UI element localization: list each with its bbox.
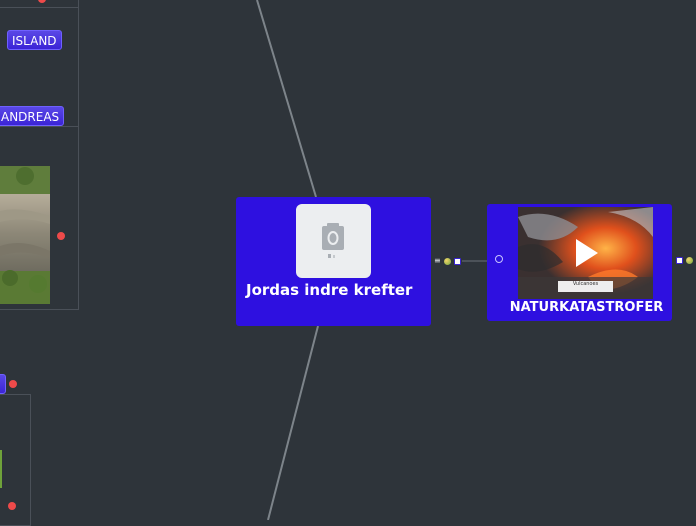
partial-node-button[interactable] bbox=[0, 374, 6, 394]
globe-icon-right[interactable] bbox=[686, 257, 693, 264]
central-topic-title: Jordas indre krefter bbox=[246, 281, 413, 299]
central-node-icons[interactable]: ≡ bbox=[434, 257, 461, 265]
notes-icon[interactable]: ≡ bbox=[434, 257, 441, 265]
andreas-node-label: ANDREAS bbox=[1, 110, 60, 124]
cliff-image[interactable] bbox=[0, 166, 50, 304]
red-marker-partial[interactable] bbox=[9, 380, 17, 388]
connector-line-bottom bbox=[267, 325, 319, 520]
clock-icon[interactable] bbox=[495, 255, 503, 263]
central-topic-node[interactable]: Jordas indre krefter bbox=[236, 197, 431, 326]
island-node-button[interactable]: ISLAND bbox=[7, 30, 62, 50]
naturkatastrofer-title: NATURKATASTROFER bbox=[509, 300, 664, 315]
flag-icon-right[interactable] bbox=[676, 257, 683, 264]
andreas-node-button[interactable]: ANDREAS bbox=[0, 106, 65, 126]
red-marker-bottom[interactable] bbox=[8, 502, 16, 510]
video-caption: Vulcanoes bbox=[572, 281, 599, 287]
globe-icon[interactable] bbox=[443, 257, 451, 265]
camera-placeholder-icon bbox=[322, 223, 344, 258]
connector-line-top bbox=[256, 0, 317, 198]
island-node-label: ISLAND bbox=[12, 34, 57, 48]
red-marker-image[interactable] bbox=[57, 232, 65, 240]
right-node-icons[interactable] bbox=[676, 257, 693, 264]
flag-icon[interactable] bbox=[453, 257, 461, 265]
green-edge-thumbnail bbox=[0, 450, 2, 488]
naturkatastrofer-node[interactable]: Vulcanoes NATURKATASTROFER bbox=[487, 204, 672, 321]
image-placeholder bbox=[296, 204, 371, 278]
